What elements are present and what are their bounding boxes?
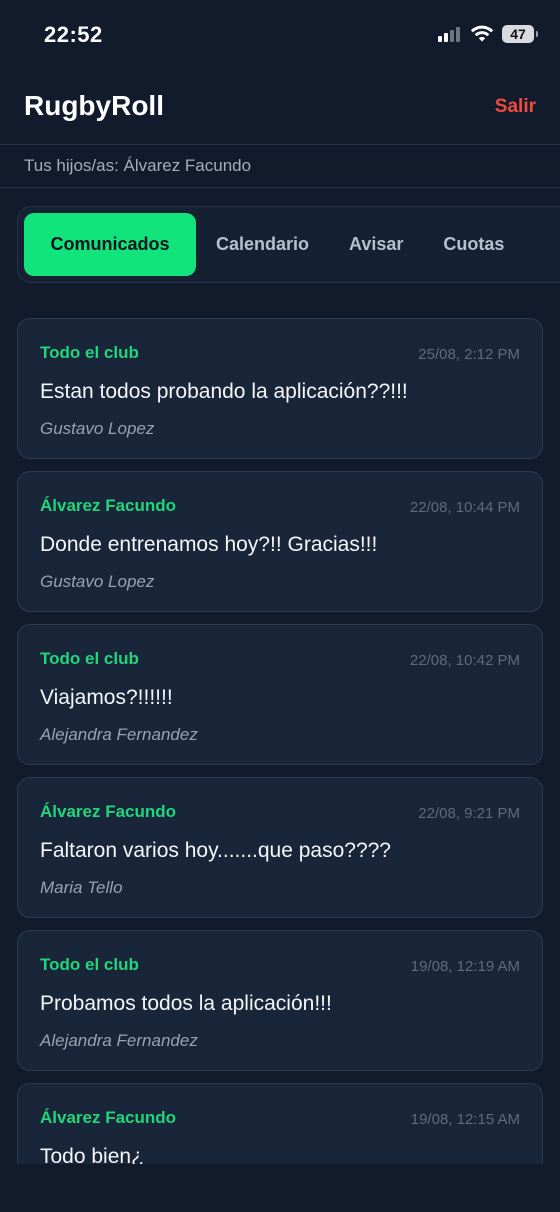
announcement-recipient: Todo el club xyxy=(40,649,139,668)
announcement-card[interactable]: Todo el club 22/08, 10:42 PM Viajamos?!!… xyxy=(17,624,543,765)
logout-button[interactable]: Salir xyxy=(495,96,536,118)
tab-calendario[interactable]: Calendario xyxy=(196,213,329,276)
tab-list: Comunicados Calendario Avisar Cuotas xyxy=(24,213,524,276)
announcement-card[interactable]: Álvarez Facundo 19/08, 12:15 AM Todo bie… xyxy=(17,1083,543,1164)
announcement-message: Donde entrenamos hoy?!! Gracias!!! xyxy=(40,533,378,556)
announcement-card[interactable]: Álvarez Facundo 22/08, 9:21 PM Faltaron … xyxy=(17,777,543,918)
battery-level: 47 xyxy=(510,26,526,42)
announcement-date: 22/08, 10:42 PM xyxy=(409,652,520,669)
announcement-author: Alejandra Fernandez xyxy=(40,1031,198,1050)
announcement-date: 19/08, 12:15 AM xyxy=(410,1111,520,1128)
announcement-date: 22/08, 9:21 PM xyxy=(418,805,520,822)
announcement-recipient: Todo el club xyxy=(40,343,139,362)
children-label: Tus hijos/as: Álvarez Facundo xyxy=(0,145,560,188)
announcement-author: Maria Tello xyxy=(40,878,123,897)
announcement-card[interactable]: Todo el club 19/08, 12:19 AM Probamos to… xyxy=(17,930,543,1071)
announcement-author: Gustavo Lopez xyxy=(40,419,155,438)
announcement-card[interactable]: Todo el club 25/08, 2:12 PM Estan todos … xyxy=(17,318,543,459)
announcements-feed[interactable]: Todo el club 25/08, 2:12 PM Estan todos … xyxy=(17,318,543,1164)
tab-avisar[interactable]: Avisar xyxy=(329,213,423,276)
tab-bar: Comunicados Calendario Avisar Cuotas xyxy=(17,206,560,283)
announcement-date: 25/08, 2:12 PM xyxy=(418,346,520,363)
app-header: RugbyRoll Salir xyxy=(0,72,560,145)
bottom-safe-area xyxy=(0,1164,560,1212)
announcement-message: Faltaron varios hoy.......que paso???? xyxy=(40,839,391,862)
announcement-recipient: Álvarez Facundo xyxy=(40,1108,177,1127)
announcement-author: Gustavo Lopez xyxy=(40,572,155,591)
tab-comunicados[interactable]: Comunicados xyxy=(24,213,196,276)
announcement-recipient: Todo el club xyxy=(40,955,139,974)
battery-icon: 47 xyxy=(502,25,538,43)
announcement-message: Probamos todos la aplicación!!! xyxy=(40,992,332,1015)
announcement-message: Todo bien¿ xyxy=(40,1145,144,1164)
app-title: RugbyRoll xyxy=(24,90,164,121)
cellular-signal-icon xyxy=(438,27,460,42)
status-icons: 47 xyxy=(438,25,538,43)
announcement-author: Alejandra Fernandez xyxy=(40,725,198,744)
announcement-date: 22/08, 10:44 PM xyxy=(409,499,520,516)
announcement-recipient: Álvarez Facundo xyxy=(40,802,177,821)
announcement-message: Estan todos probando la aplicación??!!! xyxy=(40,380,408,403)
announcement-card[interactable]: Álvarez Facundo 22/08, 10:44 PM Donde en… xyxy=(17,471,543,612)
tab-cuotas[interactable]: Cuotas xyxy=(423,213,524,276)
announcement-date: 19/08, 12:19 AM xyxy=(410,958,520,975)
announcement-recipient: Álvarez Facundo xyxy=(40,496,177,515)
announcement-message: Viajamos?!!!!!! xyxy=(40,686,173,709)
status-time: 22:52 xyxy=(44,22,103,47)
wifi-icon xyxy=(470,25,494,42)
status-bar: 22:52 47 xyxy=(0,0,560,72)
